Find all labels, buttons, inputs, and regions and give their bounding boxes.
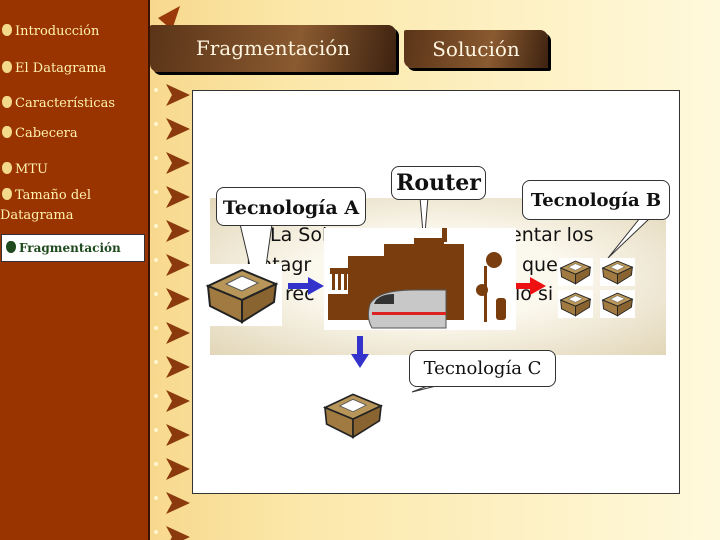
arrow-down-icon xyxy=(351,336,369,368)
arrow-right-icon xyxy=(288,277,324,295)
router-building-icon xyxy=(324,228,516,330)
package-icon xyxy=(558,290,593,318)
package-icon xyxy=(320,382,386,448)
package-icon xyxy=(202,264,282,326)
train-icon xyxy=(367,289,447,329)
package-icon xyxy=(600,290,635,318)
package-icon xyxy=(600,258,635,286)
package-icon xyxy=(558,258,593,286)
